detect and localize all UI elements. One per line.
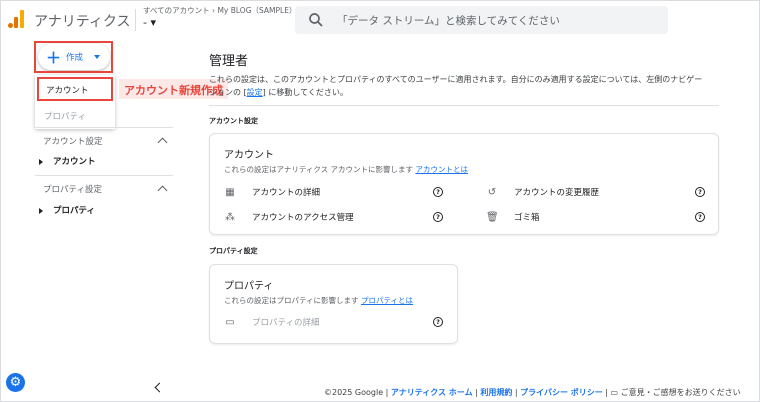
property-card-title: プロパティ [224, 281, 274, 292]
help-icon[interactable]: ? [695, 187, 705, 197]
group-icon: ⁂ [225, 211, 235, 223]
menu-item-account[interactable]: アカウント [37, 77, 113, 101]
account-selector[interactable]: - ▾ [143, 16, 156, 29]
account-card-title: アカウント [224, 150, 274, 161]
menu-item-property[interactable]: プロパティ [35, 103, 115, 127]
expand-arrow-icon [39, 207, 43, 214]
main-content: 管理者 これらの設定は、このアカウントとプロパティのすべてのユーザーに適用されま… [177, 39, 759, 401]
header-divider [135, 9, 136, 31]
sidebar-section-property-settings[interactable]: プロパティ設定 [43, 183, 102, 195]
footer-privacy-link[interactable]: プライバシー ポリシー [520, 388, 603, 397]
page-title: 管理者 [209, 54, 249, 69]
building-icon: ▦ [225, 186, 235, 198]
search-placeholder: 「データ ストリーム」と検索してみてください [337, 15, 560, 27]
footer-feedback-link[interactable]: ご意見・ご感想をお送りください [621, 388, 741, 397]
chevron-up-icon[interactable] [157, 137, 168, 148]
admin-description: これらの設定は、このアカウントとプロパティのすべてのユーザーに適用されます。自分… [209, 75, 703, 97]
app-title: アナリティクス [34, 14, 131, 30]
footer-terms-link[interactable]: 利用規約 [480, 388, 512, 397]
account-card-subtitle: これらの設定はアナリティクス アカウントに影響します アカウントとは [224, 165, 468, 174]
section-divider [209, 105, 719, 106]
sidebar-item-property[interactable]: プロパティ [39, 204, 95, 216]
settings-link[interactable]: 設定 [247, 88, 263, 97]
account-access-row[interactable]: ⁂ アカウントのアクセス管理 [224, 211, 354, 223]
help-icon[interactable]: ? [433, 187, 443, 197]
sidebar-item-account[interactable]: アカウント [39, 155, 96, 167]
property-settings-label: プロパティ設定 [209, 247, 258, 255]
help-icon[interactable]: ? [433, 212, 443, 222]
account-breadcrumb[interactable]: すべてのアカウント › My BLOG（SAMPLE） [143, 5, 296, 16]
feedback-icon: ▭ [610, 388, 621, 397]
sidebar: ＋ 作成 アカウント プロパティ アカウント新規作成 アカウント設定 アカウント… [1, 39, 228, 401]
property-details-row[interactable]: ▭ プロパティの詳細 [224, 316, 319, 328]
highlight-create-box [34, 41, 113, 73]
collapse-sidebar-icon[interactable] [154, 382, 165, 393]
property-card-subtitle: これらの設定はプロパティに影響します プロパティとは [224, 296, 414, 305]
top-bar: アナリティクス すべてのアカウント › My BLOG（SAMPLE） - ▾ … [1, 1, 759, 39]
sidebar-section-account-settings[interactable]: アカウント設定 [43, 135, 103, 147]
window-icon: ▭ [225, 316, 235, 328]
account-settings-label: アカウント設定 [209, 117, 258, 125]
account-history-row[interactable]: ↺ アカウントの変更履歴 [486, 186, 599, 198]
expand-arrow-icon [39, 158, 43, 165]
create-menu: アカウント プロパティ [35, 75, 115, 129]
chevron-up-icon[interactable] [157, 185, 168, 196]
trash-icon: 🗑 [486, 211, 499, 223]
trash-row[interactable]: 🗑 ゴミ箱 [486, 211, 540, 223]
search-icon [309, 13, 323, 27]
property-card: プロパティ これらの設定はプロパティに影響します プロパティとは ▭ プロパティの… [209, 264, 458, 344]
analytics-logo-icon[interactable] [8, 10, 24, 28]
what-is-account-link[interactable]: アカウントとは [415, 165, 468, 174]
sidebar-divider [35, 127, 173, 128]
sidebar-divider [35, 175, 173, 176]
account-card: アカウント これらの設定はアナリティクス アカウントに影響します アカウントとは… [209, 133, 719, 235]
account-details-row[interactable]: ▦ アカウントの詳細 [224, 186, 320, 198]
footer: ©2025 Google | アナリティクス ホーム | 利用規約 | プライバ… [324, 388, 741, 397]
help-icon[interactable]: ? [695, 212, 705, 222]
admin-gear-icon[interactable]: ⚙ [6, 373, 25, 392]
what-is-property-link[interactable]: プロパティとは [361, 296, 413, 305]
help-icon[interactable]: ? [433, 317, 443, 327]
footer-home-link[interactable]: アナリティクス ホーム [391, 388, 473, 397]
history-icon: ↺ [487, 186, 497, 198]
search-bar[interactable]: 「データ ストリーム」と検索してみてください [295, 6, 668, 34]
